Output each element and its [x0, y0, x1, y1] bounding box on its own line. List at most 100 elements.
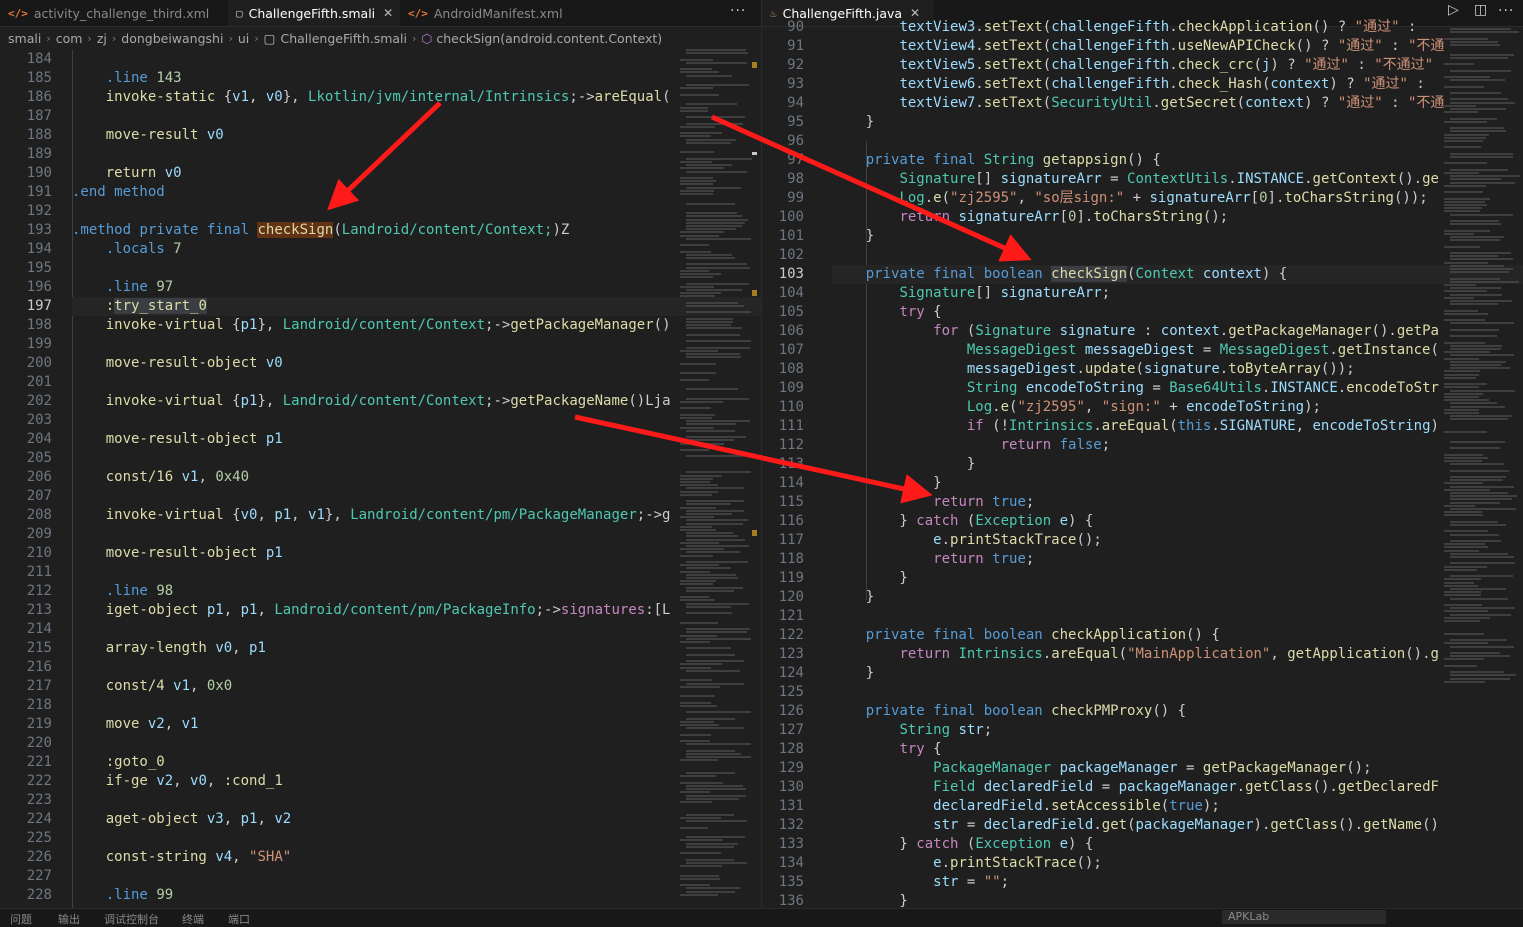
- minimap-line: [1450, 258, 1513, 261]
- code-line: }: [832, 570, 908, 586]
- code-line: }: [832, 665, 875, 681]
- breadcrumb-item[interactable]: dongbeiwangshi: [121, 31, 223, 46]
- minimap-line: [680, 167, 724, 170]
- minimap-line: [1450, 540, 1501, 542]
- minimap-line: [1450, 300, 1512, 302]
- close-icon[interactable]: ✕: [383, 6, 393, 20]
- minimap-line: [1450, 280, 1519, 283]
- panel-tab-terminal[interactable]: 终端: [182, 911, 204, 927]
- minimap-line: [686, 660, 744, 663]
- breadcrumb-item[interactable]: ui: [238, 31, 249, 46]
- panel-tab-ports[interactable]: 端口: [228, 911, 250, 927]
- minimap-line: [1444, 504, 1475, 507]
- panel-tab-debug-console[interactable]: 调试控制台: [104, 911, 159, 927]
- breadcrumb-item[interactable]: checkSign(android.content.Context): [436, 31, 662, 46]
- minimap-line: [1450, 479, 1503, 482]
- minimap[interactable]: [678, 49, 752, 909]
- line-number: 134: [778, 855, 804, 871]
- minimap-line: [1450, 101, 1515, 104]
- line-number: 125: [778, 684, 804, 700]
- minimap-line: [1444, 658, 1484, 661]
- minimap-line: [1444, 591, 1481, 594]
- line-number: 224: [26, 811, 52, 827]
- line-number: 95: [787, 114, 804, 130]
- minimap-line: [680, 663, 722, 666]
- line-number: 126: [778, 703, 804, 719]
- minimap-line: [686, 836, 745, 839]
- line-number: 111: [778, 418, 804, 434]
- panel-tab-output[interactable]: 输出: [58, 911, 80, 927]
- code-line: return signatureArr[0].toCharsString();: [899, 209, 1229, 225]
- line-number: 205: [26, 450, 52, 466]
- line-number: 135: [778, 874, 804, 890]
- minimap-line: [1450, 156, 1513, 158]
- breadcrumb-item[interactable]: ChallengeFifth.smali: [280, 31, 407, 46]
- code-line: Log.e("zj2595", "so层sign:" + signatureAr…: [899, 190, 1428, 206]
- minimap-line: [686, 772, 735, 775]
- split-editor-icon[interactable]: ◫: [1474, 2, 1487, 18]
- minimap-line: [686, 429, 735, 432]
- minimap-line: [1444, 408, 1479, 411]
- minimap-line: [1450, 268, 1513, 270]
- line-number: 206: [26, 469, 52, 485]
- code-line: private final boolean checkPMProxy() {: [865, 703, 1187, 719]
- minimap-line: [686, 212, 737, 215]
- line-number: 94: [787, 95, 804, 111]
- smali-editor[interactable]: 184 185 186 187 188 189 190 191 192 193 194 195 196 1…: [0, 50, 761, 927]
- line-number: 133: [778, 836, 804, 852]
- minimap-line: [680, 884, 710, 887]
- breadcrumb-item[interactable]: com: [56, 31, 83, 46]
- tab-label: AndroidManifest.xml: [433, 5, 563, 21]
- minimap-line: [680, 564, 719, 567]
- minimap-line: [680, 695, 715, 698]
- more-actions-icon[interactable]: ···: [730, 0, 746, 26]
- code-line: textView4.setText(challengeFifth.useNewA…: [899, 38, 1445, 54]
- minimap-line: [686, 785, 743, 787]
- line-number: 114: [778, 475, 804, 491]
- minimap-line: [1444, 460, 1482, 462]
- line-number: 97: [787, 152, 804, 168]
- minimap-line: [686, 602, 749, 605]
- java-editor[interactable]: 90 91 92 93 94 95 96 97 98 99 100 101 102 103 104 105 10…: [762, 18, 1523, 927]
- minimap-line: [680, 177, 713, 179]
- tab-android-manifest[interactable]: </> AndroidManifest.xml: [400, 0, 570, 26]
- breadcrumb-item[interactable]: zj: [97, 31, 107, 46]
- minimap-line: [686, 164, 732, 167]
- minimap-line: [686, 52, 748, 55]
- minimap-line: [686, 225, 742, 227]
- minimap-line: [686, 797, 739, 800]
- minimap-line: [1450, 588, 1506, 590]
- minimap-line: [1444, 616, 1490, 619]
- minimap-line: [686, 439, 734, 442]
- line-number: 210: [26, 545, 52, 561]
- minimap-line: [680, 817, 721, 819]
- minimap-line: [680, 874, 719, 877]
- minimap-line: [680, 234, 719, 237]
- tab-challenge-fifth-smali[interactable]: ▢ ChallengeFifth.smali ✕: [228, 0, 400, 26]
- code-line: } catch (Exception e) {: [832, 513, 1094, 529]
- minimap-line: [1450, 303, 1498, 306]
- line-number: 196: [26, 279, 52, 295]
- minimap-line: [1444, 392, 1483, 395]
- minimap-line: [680, 554, 713, 557]
- panel-tab-problems[interactable]: 问题: [10, 911, 32, 927]
- run-icon[interactable]: ▷: [1448, 2, 1459, 18]
- tab-activity-challenge-third[interactable]: </> activity_challenge_third.xml: [0, 0, 228, 26]
- minimap-line: [686, 890, 735, 893]
- minimap-line: [686, 122, 743, 125]
- minimap[interactable]: [1442, 28, 1520, 888]
- minimap-line: [1450, 495, 1517, 498]
- minimap-line: [1444, 232, 1474, 235]
- minimap-line: [1444, 37, 1488, 40]
- code-line: .locals 7: [105, 241, 182, 257]
- minimap-line: [1450, 271, 1509, 274]
- minimap-line: [1444, 184, 1486, 187]
- minimap-line: [1450, 31, 1519, 34]
- minimap-line: [686, 717, 735, 720]
- code-line: move-result-object p1: [105, 431, 283, 447]
- left-tab-bar: </> activity_challenge_third.xml ▢ Chall…: [0, 0, 761, 27]
- minimap-line: [1450, 415, 1512, 418]
- panel-dropdown[interactable]: APKLab: [1222, 910, 1386, 924]
- breadcrumb-item[interactable]: smali: [8, 31, 41, 46]
